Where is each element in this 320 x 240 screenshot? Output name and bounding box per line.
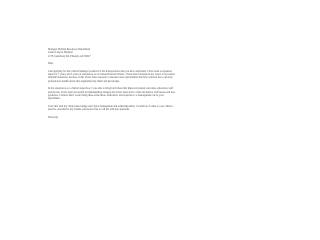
recipient-address: Manager, Human Resources Department Gran… [48, 48, 176, 58]
document-page: Manager, Human Resources Department Gran… [0, 0, 225, 225]
body-paragraph: In my experience as a clinical superviso… [48, 87, 176, 101]
closing: Sincerely, [48, 115, 59, 119]
salutation: Dear, [48, 62, 54, 66]
cover-letter: Manager, Human Resources Department Gran… [48, 44, 176, 119]
body-paragraph: I feel that with my clinical knowledge a… [48, 104, 173, 112]
body-paragraph: I am applying for the Clinical Manager p… [48, 69, 175, 83]
address-line: 1178 Canterbury Rd, Phoenix, AZ 85027 [48, 54, 91, 58]
